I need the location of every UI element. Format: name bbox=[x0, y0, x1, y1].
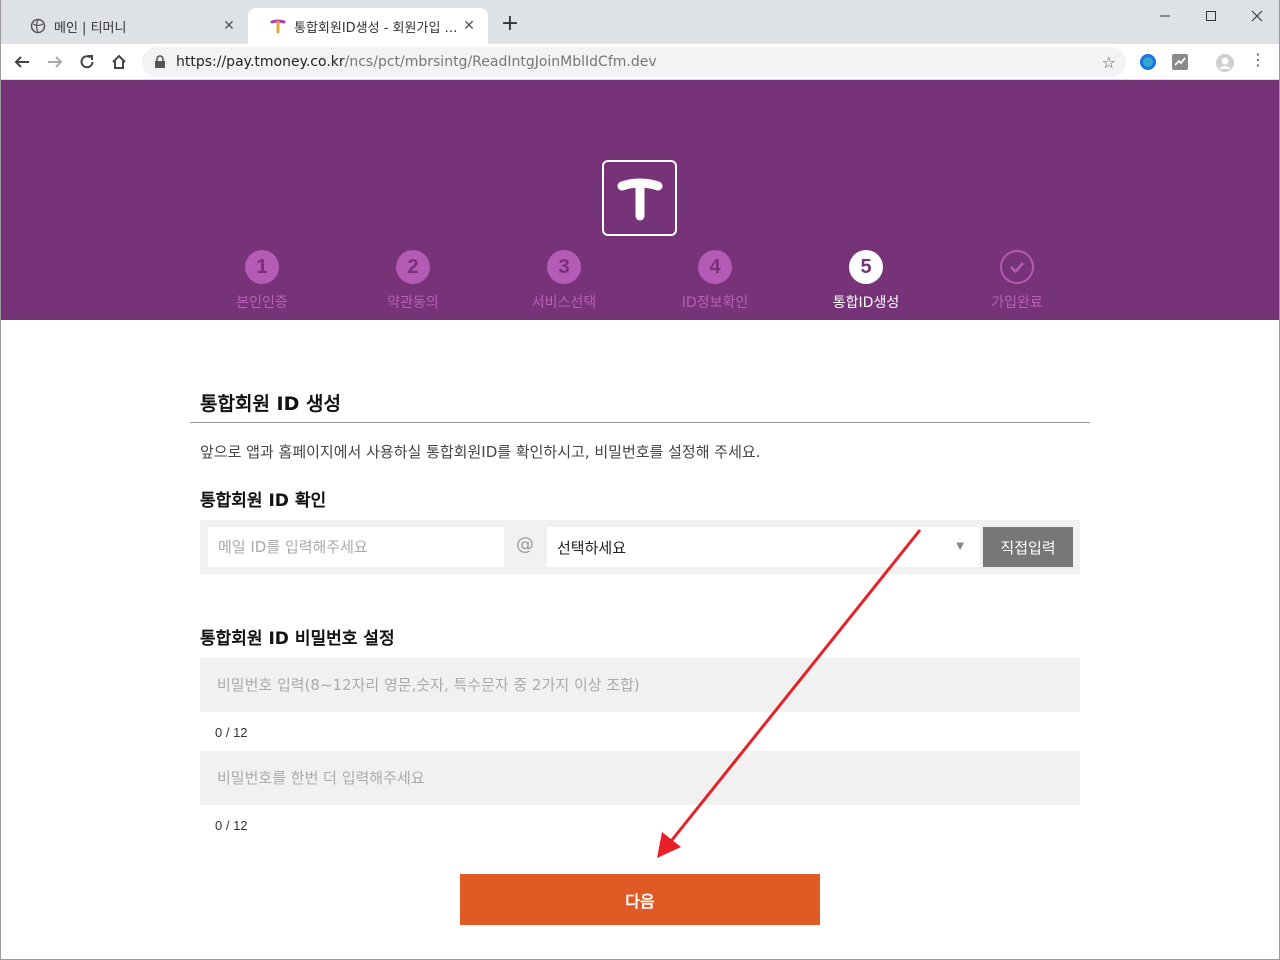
checkmark-icon bbox=[1000, 250, 1034, 284]
address-bar[interactable]: https://pay.tmoney.co.kr/ncs/pct/mbrsint… bbox=[142, 47, 1126, 77]
step-label: 서비스선택 bbox=[531, 295, 597, 311]
password-section-title: 통합회원 ID 비밀번호 설정 bbox=[200, 629, 395, 649]
page-title: 통합회원 ID 생성 bbox=[200, 393, 341, 415]
extension-icon[interactable] bbox=[1139, 53, 1157, 71]
new-tab-button[interactable]: + bbox=[498, 13, 522, 37]
step-number: 2 bbox=[396, 250, 430, 284]
tmoney-logo bbox=[602, 160, 677, 236]
close-window-button[interactable] bbox=[1234, 0, 1280, 32]
home-button[interactable] bbox=[105, 48, 133, 76]
password-confirm-char-counter: 0 / 12 bbox=[215, 818, 248, 833]
browser-toolbar: https://pay.tmoney.co.kr/ncs/pct/mbrsint… bbox=[0, 44, 1280, 80]
url-text: https://pay.tmoney.co.kr/ncs/pct/mbrsint… bbox=[176, 54, 657, 70]
email-domain-select[interactable]: 선택하세요 ▼ bbox=[547, 527, 980, 567]
step-2: 2 약관동의 bbox=[353, 250, 473, 312]
at-sign: @ bbox=[516, 534, 534, 555]
email-id-group: @ 선택하세요 ▼ 직접입력 bbox=[200, 520, 1080, 574]
step-5-current: 5 통합ID생성 bbox=[806, 250, 926, 312]
password-input[interactable] bbox=[200, 658, 1080, 712]
step-number: 3 bbox=[547, 250, 581, 284]
extension-icon[interactable] bbox=[1171, 53, 1189, 71]
menu-kebab-icon[interactable]: ⋮ bbox=[1250, 50, 1268, 69]
close-icon[interactable]: ✕ bbox=[460, 17, 478, 35]
profile-avatar-icon[interactable] bbox=[1215, 53, 1234, 72]
bookmark-star-icon[interactable]: ☆ bbox=[1102, 53, 1116, 72]
step-number: 5 bbox=[849, 250, 883, 284]
step-1: 1 본인인증 bbox=[202, 250, 322, 312]
tmoney-favicon-icon bbox=[270, 18, 286, 34]
maximize-button[interactable] bbox=[1188, 0, 1234, 32]
next-button[interactable]: 다음 bbox=[460, 874, 820, 925]
step-label: 본인인증 bbox=[236, 295, 288, 311]
close-icon[interactable]: ✕ bbox=[220, 17, 238, 35]
step-label: 가입완료 bbox=[991, 295, 1043, 311]
minimize-button[interactable] bbox=[1142, 0, 1188, 32]
reload-button[interactable] bbox=[73, 48, 101, 76]
step-number: 1 bbox=[245, 250, 279, 284]
step-3: 3 서비스선택 bbox=[504, 250, 624, 312]
email-id-input[interactable] bbox=[208, 527, 504, 567]
chevron-down-icon: ▼ bbox=[956, 541, 964, 552]
step-6: 가입완료 bbox=[957, 250, 1077, 312]
title-divider bbox=[190, 422, 1090, 423]
step-4: 4 ID정보확인 bbox=[655, 250, 775, 312]
domain-select-value: 선택하세요 bbox=[557, 538, 627, 557]
tab-title: 통합회원ID생성 - 회원가입 - 티머니 bbox=[294, 20, 460, 36]
lock-icon bbox=[154, 55, 168, 69]
browser-tab-strip: 메인 | 티머니 ✕ 통합회원ID생성 - 회원가입 - 티머니 ✕ + bbox=[0, 0, 1280, 44]
step-label: 약관동의 bbox=[387, 295, 439, 311]
globe-icon bbox=[30, 18, 46, 34]
page-description: 앞으로 앱과 홈페이지에서 사용하실 통합회원ID를 확인하시고, 비밀번호를 … bbox=[200, 443, 761, 461]
step-label: ID정보확인 bbox=[681, 295, 749, 311]
password-confirm-input[interactable] bbox=[200, 751, 1080, 805]
back-button[interactable] bbox=[8, 48, 36, 76]
signup-header: 1 본인인증 2 약관동의 3 서비스선택 4 ID정보확인 5 통합ID생성 … bbox=[0, 80, 1280, 320]
forward-button[interactable] bbox=[41, 48, 69, 76]
browser-tab-main[interactable]: 메인 | 티머니 ✕ bbox=[8, 8, 248, 44]
step-number: 4 bbox=[698, 250, 732, 284]
id-section-title: 통합회원 ID 확인 bbox=[200, 491, 327, 511]
tab-title: 메인 | 티머니 bbox=[54, 20, 127, 36]
direct-input-button[interactable]: 직접입력 bbox=[983, 527, 1073, 567]
password-char-counter: 0 / 12 bbox=[215, 725, 248, 740]
browser-tab-current[interactable]: 통합회원ID생성 - 회원가입 - 티머니 ✕ bbox=[248, 8, 488, 44]
step-label: 통합ID생성 bbox=[832, 295, 900, 311]
